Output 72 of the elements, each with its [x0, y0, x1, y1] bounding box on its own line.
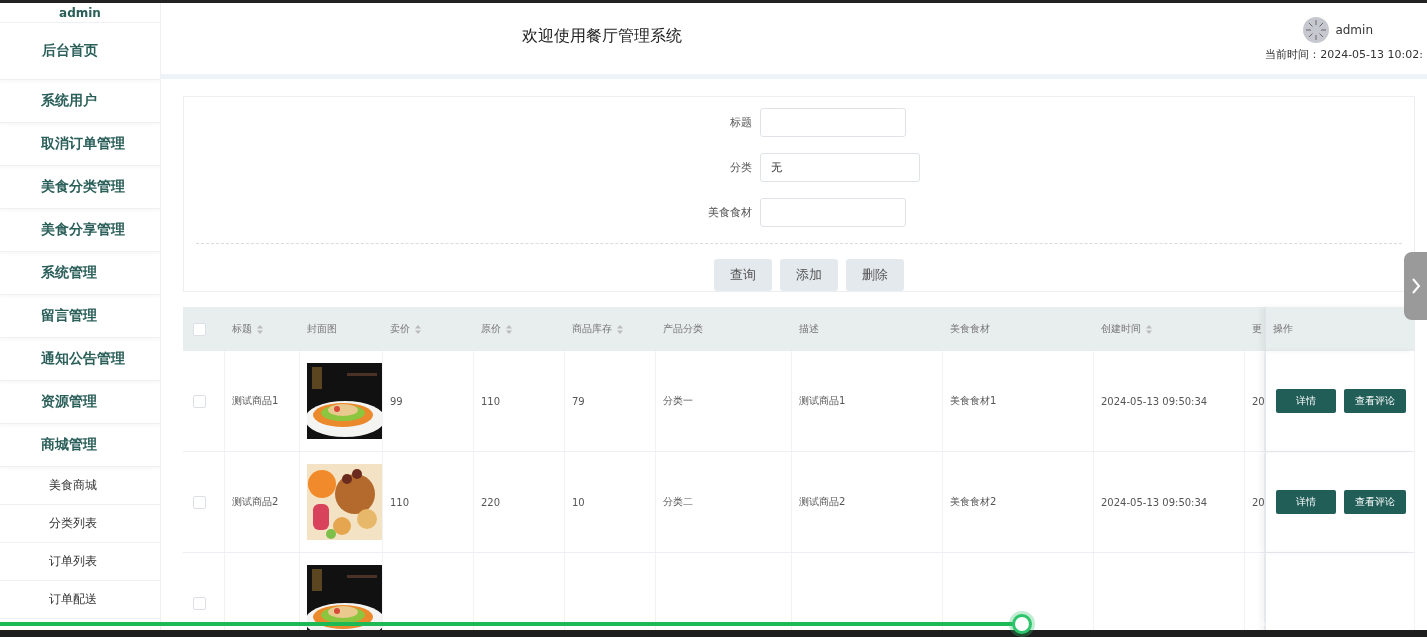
page-title: 欢迎使用餐厅管理系统 — [522, 26, 682, 47]
column-header[interactable]: 商品库存 — [572, 322, 623, 336]
sidebar-item[interactable]: 系统管理 — [0, 252, 160, 295]
column-header[interactable]: 原价 — [481, 322, 512, 336]
field-label: 分类 — [729, 160, 752, 175]
table-cell: 分类二 — [663, 495, 693, 509]
sort-icon[interactable] — [1146, 324, 1152, 334]
sidebar-username: admin — [59, 6, 101, 19]
comments-button[interactable]: 查看评论 — [1344, 490, 1406, 514]
sidebar-item[interactable]: 商城管理 — [0, 424, 160, 467]
table-cell: 2024-05-13 09:50:34 — [1101, 496, 1208, 508]
checkbox[interactable] — [193, 394, 206, 408]
table-cell: 10 — [572, 496, 585, 508]
sidebar-item[interactable]: 取消订单管理 — [0, 123, 160, 166]
column-header: 封面图 — [307, 322, 337, 336]
sidebar-item[interactable]: 美食分类管理 — [0, 166, 160, 209]
table-cell: 2024-05-13 09:50:34 — [1101, 395, 1208, 407]
table-cell: 测试商品2 — [232, 495, 279, 509]
column-header[interactable]: 标题 — [232, 322, 263, 336]
current-time: 当前时间：2024-05-13 10:02: — [1265, 47, 1423, 62]
table-cell: 20 — [1252, 496, 1264, 508]
input-field[interactable]: 无 — [760, 153, 920, 182]
table-cell: 测试商品1 — [799, 394, 846, 408]
table-cell: 测试商品1 — [232, 394, 279, 408]
sidebar-item[interactable]: 通知公告管理 — [0, 338, 160, 381]
table-cell: 测试商品2 — [799, 495, 846, 509]
table-cell: 美食食材2 — [950, 495, 997, 509]
action-button[interactable]: 删除 — [846, 259, 904, 291]
column-header: 操作 — [1273, 322, 1293, 336]
table-cell: 分类一 — [663, 394, 693, 408]
expand-tab[interactable] — [1404, 252, 1427, 320]
sort-icon[interactable] — [415, 324, 421, 334]
field-label: 美食食材 — [707, 205, 752, 220]
column-header: 描述 — [799, 322, 819, 336]
column-header: 更 — [1252, 322, 1262, 336]
action-button[interactable]: 添加 — [780, 259, 838, 291]
sort-icon[interactable] — [506, 324, 512, 334]
comments-button[interactable]: 查看评论 — [1344, 389, 1406, 413]
action-button[interactable]: 查询 — [714, 259, 772, 291]
checkbox[interactable] — [193, 495, 206, 509]
sidebar-subitem[interactable]: 订单列表 — [0, 543, 160, 581]
header-username: admin — [1335, 23, 1373, 37]
table-cell: 79 — [572, 395, 585, 407]
details-button[interactable]: 详情 — [1276, 490, 1336, 514]
column-header: 产品分类 — [663, 322, 703, 336]
sidebar-subitem[interactable]: 美食商城 — [0, 467, 160, 505]
sort-icon[interactable] — [257, 324, 263, 334]
sidebar-item[interactable]: 留言管理 — [0, 295, 160, 338]
sidebar-item[interactable]: 资源管理 — [0, 381, 160, 424]
sidebar-item[interactable]: 系统用户 — [0, 80, 160, 123]
details-button[interactable]: 详情 — [1276, 389, 1336, 413]
sidebar-subitem[interactable]: 分类列表 — [0, 505, 160, 543]
table-cell: 20 — [1252, 395, 1264, 407]
column-header[interactable]: 创建时间 — [1101, 322, 1152, 336]
table-cell: 110 — [390, 496, 410, 508]
sort-icon[interactable] — [617, 324, 623, 334]
table-cell: 220 — [481, 496, 501, 508]
column-header[interactable]: 卖价 — [390, 322, 421, 336]
column-header: 美食食材 — [950, 322, 990, 336]
field-label: 标题 — [729, 115, 752, 130]
chevron-right-icon — [1410, 277, 1421, 295]
checkbox[interactable] — [193, 322, 206, 336]
table-cell: 美食食材1 — [950, 394, 997, 408]
checkbox[interactable] — [193, 596, 206, 610]
sidebar-item[interactable]: 后台首页 — [0, 23, 160, 80]
sidebar-item[interactable]: 美食分享管理 — [0, 209, 160, 252]
table-cell: 99 — [390, 395, 403, 407]
input-field[interactable] — [760, 108, 906, 137]
avatar-icon[interactable] — [1303, 17, 1330, 43]
input-field[interactable] — [760, 198, 906, 227]
sidebar-subitem[interactable]: 订单配送 — [0, 581, 160, 619]
table-cell: 110 — [481, 395, 501, 407]
